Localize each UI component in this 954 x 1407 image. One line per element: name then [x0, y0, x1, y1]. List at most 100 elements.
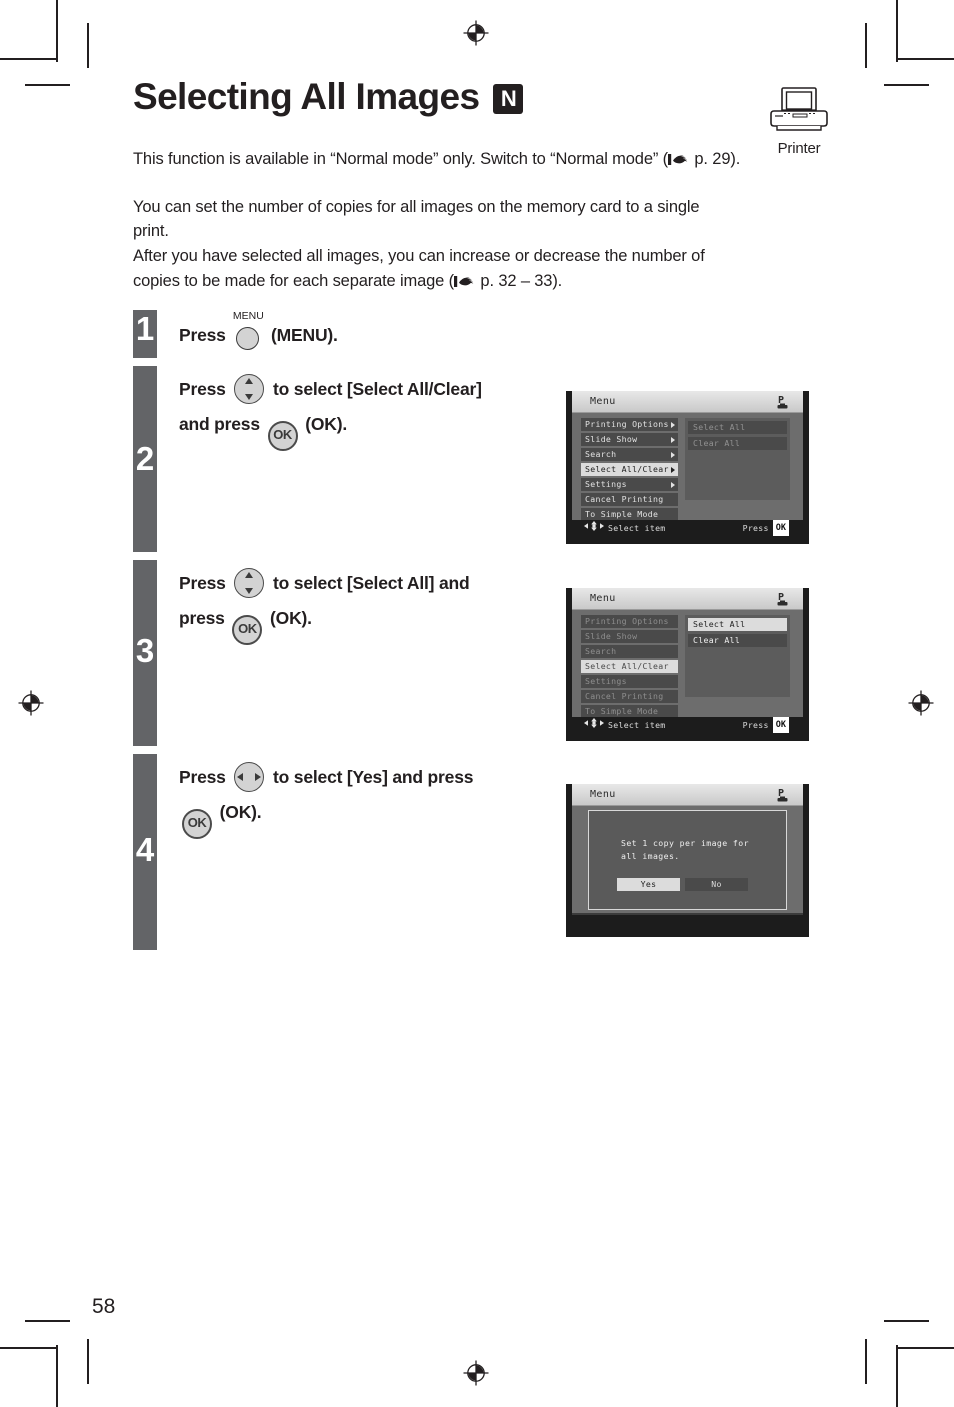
ok-button-icon-2[interactable]: OK	[232, 614, 263, 645]
confirm-dialog-line1: Set 1 copy per image for	[621, 838, 749, 848]
lcd-screen-step3: Menu P Select All Clear All Printing Opt…	[566, 588, 809, 741]
menu-item-label: Slide Show	[585, 631, 638, 641]
step-1-number: 1	[133, 309, 157, 358]
menu-item-label: To Simple Mode	[585, 706, 659, 716]
crop-mark-bottom-left-v	[56, 1345, 58, 1407]
leftright-navigation-icon[interactable]	[234, 761, 265, 792]
menu-button-label: MENU	[232, 309, 264, 322]
menu-button-icon[interactable]: MENU	[233, 310, 264, 350]
ok-button-icon[interactable]: OK	[267, 420, 298, 451]
confirm-no-button[interactable]: No	[685, 878, 748, 892]
dpad-hint-icon	[584, 520, 604, 536]
confirm-dialog: Set 1 copy per image for all images. Yes…	[588, 810, 787, 910]
confirm-yes-button[interactable]: Yes	[617, 878, 680, 892]
lcd-titlebar-step3: Menu P	[572, 588, 803, 610]
confirm-dialog-message: Set 1 copy per image for all images.	[589, 811, 786, 862]
menu-item-settings-step3[interactable]: Settings	[581, 675, 678, 688]
lcd-menu-column-step2: Printing Options Slide Show Search Selec…	[581, 418, 678, 523]
intro-body-line2: print.	[133, 222, 169, 241]
lcd-footer-step3: Select item Press OK	[572, 717, 803, 733]
crop-mark-bottom-left-inner-v	[87, 1339, 89, 1384]
lcd-shell-step4: Menu P Set 1 copy per image for all imag…	[572, 784, 803, 929]
menu-button-circle	[236, 326, 260, 350]
step-2-line2-before: and press	[179, 414, 260, 435]
step-1-text-after: (MENU).	[271, 324, 338, 345]
submenu-item-clear-all-step3[interactable]: Clear All	[688, 634, 787, 647]
chevron-right-icon	[671, 421, 675, 428]
page-number: 58	[92, 1295, 116, 1318]
menu-item-search-step2[interactable]: Search	[581, 448, 678, 461]
menu-item-cancel-printing-step3[interactable]: Cancel Printing	[581, 690, 678, 703]
menu-item-select-all-clear-step2[interactable]: Select All/Clear	[581, 463, 678, 476]
lcd-shell-step3: Menu P Select All Clear All Printing Opt…	[572, 588, 803, 733]
step-3-line1-before: Press	[179, 572, 226, 593]
crop-mark-top-left-v	[56, 0, 58, 62]
step-4-number: 4	[133, 753, 157, 950]
intro-availability-line: This function is available in “Normal mo…	[133, 147, 843, 174]
lcd-footer-right-step2: Press OK	[743, 520, 789, 536]
step-4-line1-before: Press	[179, 766, 226, 787]
arrow-down-icon	[245, 393, 254, 400]
submenu-item-select-all-step2[interactable]: Select All	[688, 421, 787, 434]
step-1-line: Press MENU (MENU).	[179, 310, 843, 350]
menu-item-select-all-clear-step3[interactable]: Select All/Clear	[581, 660, 678, 673]
intro-body-line4-wrap: copies to be made for each separate imag…	[133, 269, 843, 296]
step-3-line1-after: to select [Select All] and	[273, 572, 470, 593]
step-2-line1-before: Press	[179, 378, 226, 399]
registration-mark-left	[18, 690, 44, 716]
menu-item-printing-options-step3[interactable]: Printing Options	[581, 615, 678, 628]
lcd-titlebar-step2: Menu P	[572, 391, 803, 413]
crop-mark-bottom-left-h	[0, 1347, 58, 1349]
lcd-body-step3: Select All Clear All Printing Options Sl…	[572, 610, 803, 718]
dpad-hint-icon-2	[584, 717, 604, 733]
submenu-item-clear-all-step2[interactable]: Clear All	[688, 437, 787, 450]
lcd-bottom-strip-step4	[566, 915, 809, 937]
printer-icon	[763, 87, 835, 138]
crop-mark-bottom-left-inner-h	[25, 1320, 70, 1322]
updown-navigation-icon-2[interactable]	[234, 567, 265, 598]
intro-text: This function is available in “Normal mo…	[133, 147, 843, 296]
arrow-right-icon	[255, 772, 262, 781]
lcd-footer-left-step2: Select item	[584, 520, 666, 536]
crop-mark-bottom-right-inner-h	[884, 1320, 929, 1322]
menu-item-label: Select All/Clear	[585, 464, 669, 474]
confirm-dialog-line2: all images.	[621, 850, 680, 861]
menu-item-printing-options-step2[interactable]: Printing Options	[581, 418, 678, 431]
arrow-up-icon	[245, 377, 254, 384]
title-row: Selecting All Images N Printer	[133, 76, 843, 157]
lcd-titlebar-step4: Menu P	[572, 784, 803, 806]
registration-mark-bottom	[463, 1360, 489, 1386]
menu-item-label: Settings	[585, 479, 627, 489]
crop-mark-top-right-inner-h	[884, 84, 929, 86]
crop-mark-bottom-right-inner-v	[865, 1339, 867, 1384]
menu-item-slide-show-step2[interactable]: Slide Show	[581, 433, 678, 446]
lcd-footer-press-step3: Press	[742, 720, 769, 730]
menu-item-settings-step2[interactable]: Settings	[581, 478, 678, 491]
step-3-number: 3	[133, 559, 157, 746]
chevron-right-icon	[671, 436, 675, 443]
lcd-footer-press-step2: Press	[742, 523, 769, 533]
menu-item-label: To Simple Mode	[585, 509, 659, 519]
menu-item-cancel-printing-step2[interactable]: Cancel Printing	[581, 493, 678, 506]
ok-button-icon-3[interactable]: OK	[182, 808, 212, 839]
pointing-hand-icon	[667, 149, 690, 174]
chevron-right-icon	[671, 451, 675, 458]
chevron-right-icon	[671, 466, 675, 473]
lcd-footer-ok-chip-step2: OK	[772, 520, 789, 536]
page-title-text: Selecting All Images	[133, 76, 480, 117]
menu-item-slide-show-step3[interactable]: Slide Show	[581, 630, 678, 643]
submenu-item-select-all-step3[interactable]: Select All	[688, 618, 787, 631]
arrow-left-icon	[237, 772, 244, 781]
step-3-line2-after: (OK).	[270, 608, 312, 629]
step-4-line2-after: (OK).	[219, 802, 262, 823]
menu-item-search-step3[interactable]: Search	[581, 645, 678, 658]
confirm-dialog-buttons: Yes No	[589, 862, 786, 892]
menu-item-label: Settings	[585, 676, 627, 686]
crop-mark-top-right-h	[896, 58, 954, 60]
updown-navigation-icon[interactable]	[234, 373, 265, 404]
lcd-footer-step2: Select item Press OK	[572, 520, 803, 536]
intro-body-ref: p. 32 – 33).	[476, 271, 563, 290]
menu-item-label: Slide Show	[585, 434, 638, 444]
intro-availability-text: This function is available in “Normal mo…	[133, 149, 668, 168]
